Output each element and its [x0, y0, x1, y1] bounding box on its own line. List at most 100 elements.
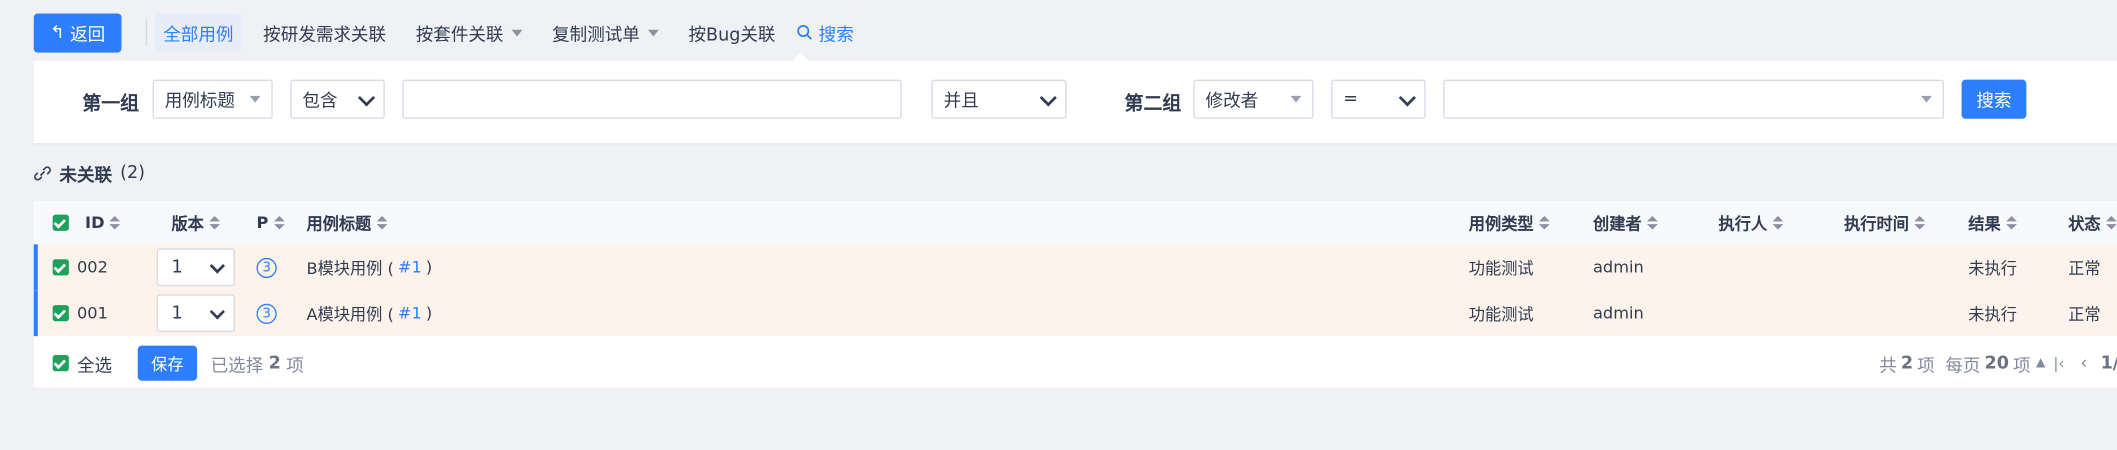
tab-copy-testtask-label: 复制测试单 — [552, 24, 640, 46]
tab-all-cases[interactable]: 全部用例 — [155, 13, 242, 52]
group2-operator-select[interactable]: = — [1331, 79, 1426, 119]
version-select[interactable]: 1 — [156, 294, 235, 333]
group1-field-select[interactable]: 用例标题 — [152, 79, 273, 119]
total-suffix: 项 — [1917, 355, 1935, 376]
header-status[interactable]: 状态 — [2068, 201, 2117, 244]
total-prefix: 共 — [1879, 355, 1897, 376]
case-result: 未执行 — [1968, 258, 2017, 278]
header-id[interactable]: ID — [52, 201, 121, 244]
header-priority[interactable]: P — [257, 201, 285, 244]
section-title-text: 未关联 — [59, 166, 113, 187]
case-status: 正常 — [2068, 258, 2101, 278]
header-version[interactable]: 版本 — [171, 201, 221, 244]
header-checkbox[interactable] — [52, 214, 69, 231]
case-title-end: ) — [425, 257, 433, 277]
version-value: 1 — [171, 303, 183, 324]
tab-by-suite-label: 按套件关联 — [415, 24, 504, 46]
select-all[interactable]: 全选 — [52, 344, 113, 382]
chevron-left-icon: ‹ — [2080, 353, 2088, 374]
version-select[interactable]: 1 — [156, 248, 235, 287]
group1-operator-value: 包含 — [302, 91, 338, 113]
header-result[interactable]: 结果 — [1968, 201, 2017, 244]
sort-icon — [376, 216, 388, 230]
selected-prefix: 已选择 — [210, 355, 264, 376]
tab-by-suite[interactable]: 按套件关联 — [408, 14, 531, 52]
page-root: ↰ 返回 全部用例 按研发需求关联 按套件关联 复制测试单 按Bug关联 搜索 … — [0, 0, 2117, 450]
table-footer: 全选 保存 已选择 2 项 共 2 项 每页 20 项 ▲ |‹ ‹ 1/ — [34, 344, 2117, 387]
back-button[interactable]: ↰ 返回 — [33, 12, 122, 52]
chevron-down-icon — [1039, 89, 1057, 107]
case-version-link[interactable]: #1 — [398, 304, 422, 323]
tab-copy-testtask[interactable]: 复制测试单 — [544, 14, 667, 52]
case-type: 功能测试 — [1468, 258, 1534, 278]
caret-down-icon — [647, 29, 659, 36]
header-creator-label: 创建者 — [1593, 213, 1642, 233]
header-creator[interactable]: 创建者 — [1593, 201, 1658, 244]
select-all-label: 全选 — [76, 355, 113, 376]
version-value: 1 — [171, 257, 183, 278]
sort-icon — [1647, 216, 1658, 230]
case-table: ID 版本 P 用例标题 用例类型 创建者 执行人 执行时间 结果 状态 002… — [33, 201, 2117, 388]
selected-count: 2 — [268, 353, 281, 374]
sort-icon — [1772, 216, 1784, 230]
chevron-down-icon — [209, 304, 225, 320]
header-version-label: 版本 — [171, 213, 204, 233]
prev-page-button[interactable]: ‹ — [2080, 344, 2087, 382]
header-exec-time[interactable]: 执行时间 — [1844, 201, 1926, 244]
group2-value-select[interactable] — [1443, 79, 1944, 119]
search-toggle[interactable]: 搜索 — [797, 20, 854, 46]
group2-field-value: 修改者 — [1205, 91, 1259, 113]
sort-icon — [209, 216, 221, 230]
page-size-select[interactable]: 每页 20 项 ▲ — [1945, 344, 2045, 382]
row-id: 002 — [76, 257, 108, 277]
search-button[interactable]: 搜索 — [1961, 79, 2027, 119]
save-button[interactable]: 保存 — [137, 345, 198, 381]
caret-down-icon — [249, 95, 261, 103]
caret-up-icon: ▲ — [2035, 356, 2046, 370]
row-checkbox[interactable] — [52, 259, 69, 276]
case-type: 功能测试 — [1468, 304, 1534, 324]
table-row[interactable]: 001 1 3 A模块用例 ( #1 ) 功能测试 admin 未执行 正常 — [33, 290, 2117, 337]
header-status-label: 状态 — [2068, 213, 2101, 233]
sort-icon — [1914, 216, 1926, 230]
caret-down-icon — [1921, 95, 1932, 103]
tab-by-story[interactable]: 按研发需求关联 — [255, 14, 394, 52]
header-result-label: 结果 — [1968, 213, 2001, 233]
group2-field-select[interactable]: 修改者 — [1193, 79, 1314, 119]
header-title[interactable]: 用例标题 — [306, 201, 388, 244]
first-page-icon: |‹ — [2053, 354, 2065, 372]
header-priority-label: P — [256, 213, 269, 233]
selected-summary: 已选择 2 项 — [211, 344, 304, 382]
sort-icon — [1539, 216, 1550, 230]
section-count: (2) — [120, 163, 146, 184]
group1-value-input[interactable] — [402, 79, 902, 119]
select-all-checkbox[interactable] — [52, 355, 69, 372]
header-type-label: 用例类型 — [1468, 213, 1534, 233]
table-row[interactable]: 002 1 3 B模块用例 ( #1 ) 功能测试 admin 未执行 正常 — [33, 244, 2117, 291]
section-title: 未关联 (2) — [34, 161, 146, 187]
total-summary: 共 2 项 — [1879, 344, 1934, 382]
chevron-down-icon — [209, 258, 225, 274]
sort-icon — [109, 216, 121, 230]
tab-by-bug[interactable]: 按Bug关联 — [680, 14, 783, 52]
title-cell: A模块用例 ( #1 ) — [306, 290, 432, 336]
row-id: 001 — [76, 303, 108, 323]
case-creator: admin — [1593, 303, 1644, 323]
row-checkbox[interactable] — [52, 305, 69, 322]
caret-down-icon — [1290, 95, 1302, 103]
case-version-link[interactable]: #1 — [398, 258, 422, 277]
first-page-button[interactable]: |‹ — [2053, 344, 2064, 382]
case-result: 未执行 — [1968, 304, 2017, 324]
logic-select[interactable]: 并且 — [931, 79, 1067, 119]
search-toggle-label: 搜索 — [818, 24, 854, 46]
row-id-cell: 002 — [52, 244, 108, 290]
sort-icon — [2106, 216, 2117, 230]
header-executor[interactable]: 执行人 — [1719, 201, 1784, 244]
group1-operator-select[interactable]: 包含 — [290, 79, 385, 119]
case-title: B模块用例 ( — [306, 258, 394, 278]
title-cell: B模块用例 ( #1 ) — [306, 244, 432, 290]
header-exec-time-label: 执行时间 — [1844, 213, 1909, 233]
priority-cell: 3 — [256, 244, 277, 290]
header-type[interactable]: 用例类型 — [1469, 201, 1550, 244]
group1-label: 第一组 — [82, 92, 140, 115]
